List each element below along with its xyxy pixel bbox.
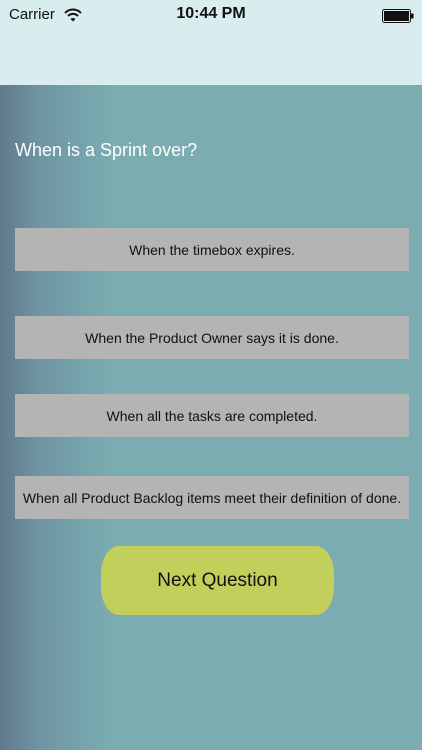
answer-button-2[interactable]: When the Product Owner says it is done. <box>15 316 409 359</box>
answer-button-1[interactable]: When the timebox expires. <box>15 228 409 271</box>
next-question-button[interactable]: Next Question <box>101 546 334 615</box>
question-text: When is a Sprint over? <box>15 140 198 160</box>
status-time: 10:44 PM <box>176 5 246 22</box>
battery-icon <box>382 9 414 23</box>
answer-button-4[interactable]: When all Product Backlog items meet thei… <box>15 476 409 519</box>
top-bar: Carrier 10:44 PM <box>0 0 422 85</box>
status-bar: Carrier 10:44 PM <box>0 0 422 32</box>
answer-button-3[interactable]: When all the tasks are completed. <box>15 394 409 437</box>
quiz-area: When is a Sprint over? When the timebox … <box>0 85 422 750</box>
